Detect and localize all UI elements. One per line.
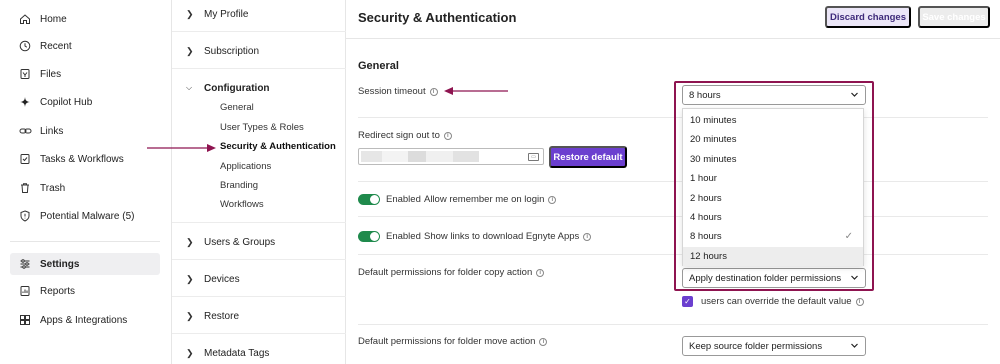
- annotation-arrows: [147, 87, 508, 152]
- arrow-to-security-item: [147, 144, 216, 152]
- arrow-to-session-timeout: [444, 87, 508, 95]
